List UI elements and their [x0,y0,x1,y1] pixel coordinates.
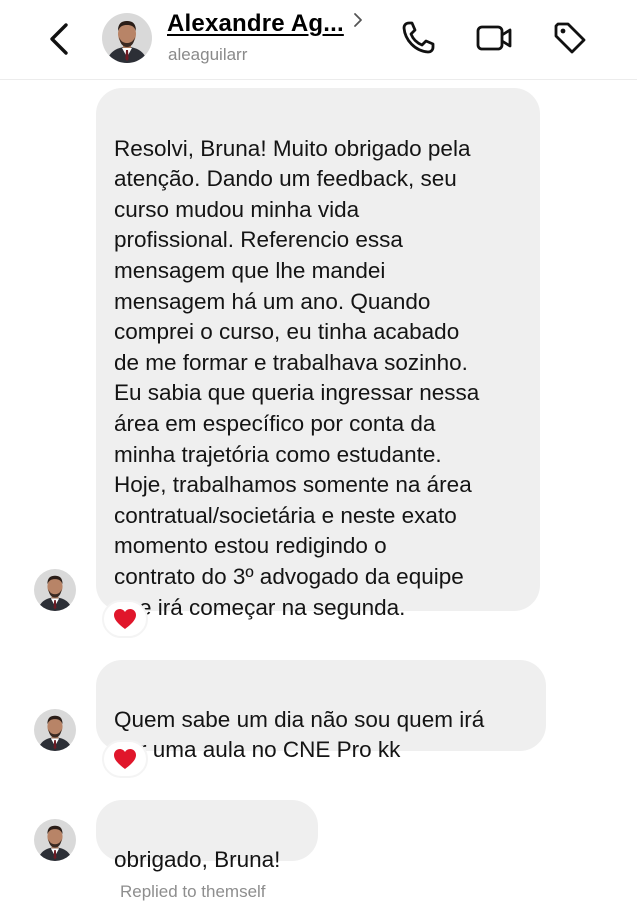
message-text: Quem sabe um dia não sou quem irá dar um… [114,706,485,763]
contact-handle: aleaguilarr [168,45,248,64]
replied-to-note: Replied to themself [120,882,266,901]
avatar[interactable] [34,709,76,751]
avatar[interactable] [102,13,152,63]
avatar[interactable] [34,569,76,611]
chat-header: Alexandre Ag... aleaguilarr [0,0,637,80]
message-text: obrigado, Bruna! [114,846,281,872]
back-arrow-icon[interactable] [44,20,78,58]
heart-reaction[interactable] [102,600,148,638]
contact-name[interactable]: Alexandre Ag... [167,10,344,38]
message-bubble[interactable]: Quem sabe um dia não sou quem irá dar um… [96,660,546,762]
heart-icon [114,749,136,769]
phone-icon[interactable] [398,18,438,58]
tag-icon[interactable] [550,18,590,58]
message-bubble[interactable]: Resolvi, Bruna! Muito obrigado pela aten… [96,88,540,620]
chevron-right-icon [353,13,362,27]
message-text: Resolvi, Bruna! Muito obrigado pela aten… [114,135,480,620]
heart-icon [114,609,136,629]
message-bubble[interactable]: obrigado, Bruna! [96,800,318,872]
avatar[interactable] [34,819,76,861]
contact-name-link[interactable]: Alexandre Ag... [167,10,364,38]
video-call-icon[interactable] [474,18,514,58]
heart-reaction[interactable] [102,740,148,778]
